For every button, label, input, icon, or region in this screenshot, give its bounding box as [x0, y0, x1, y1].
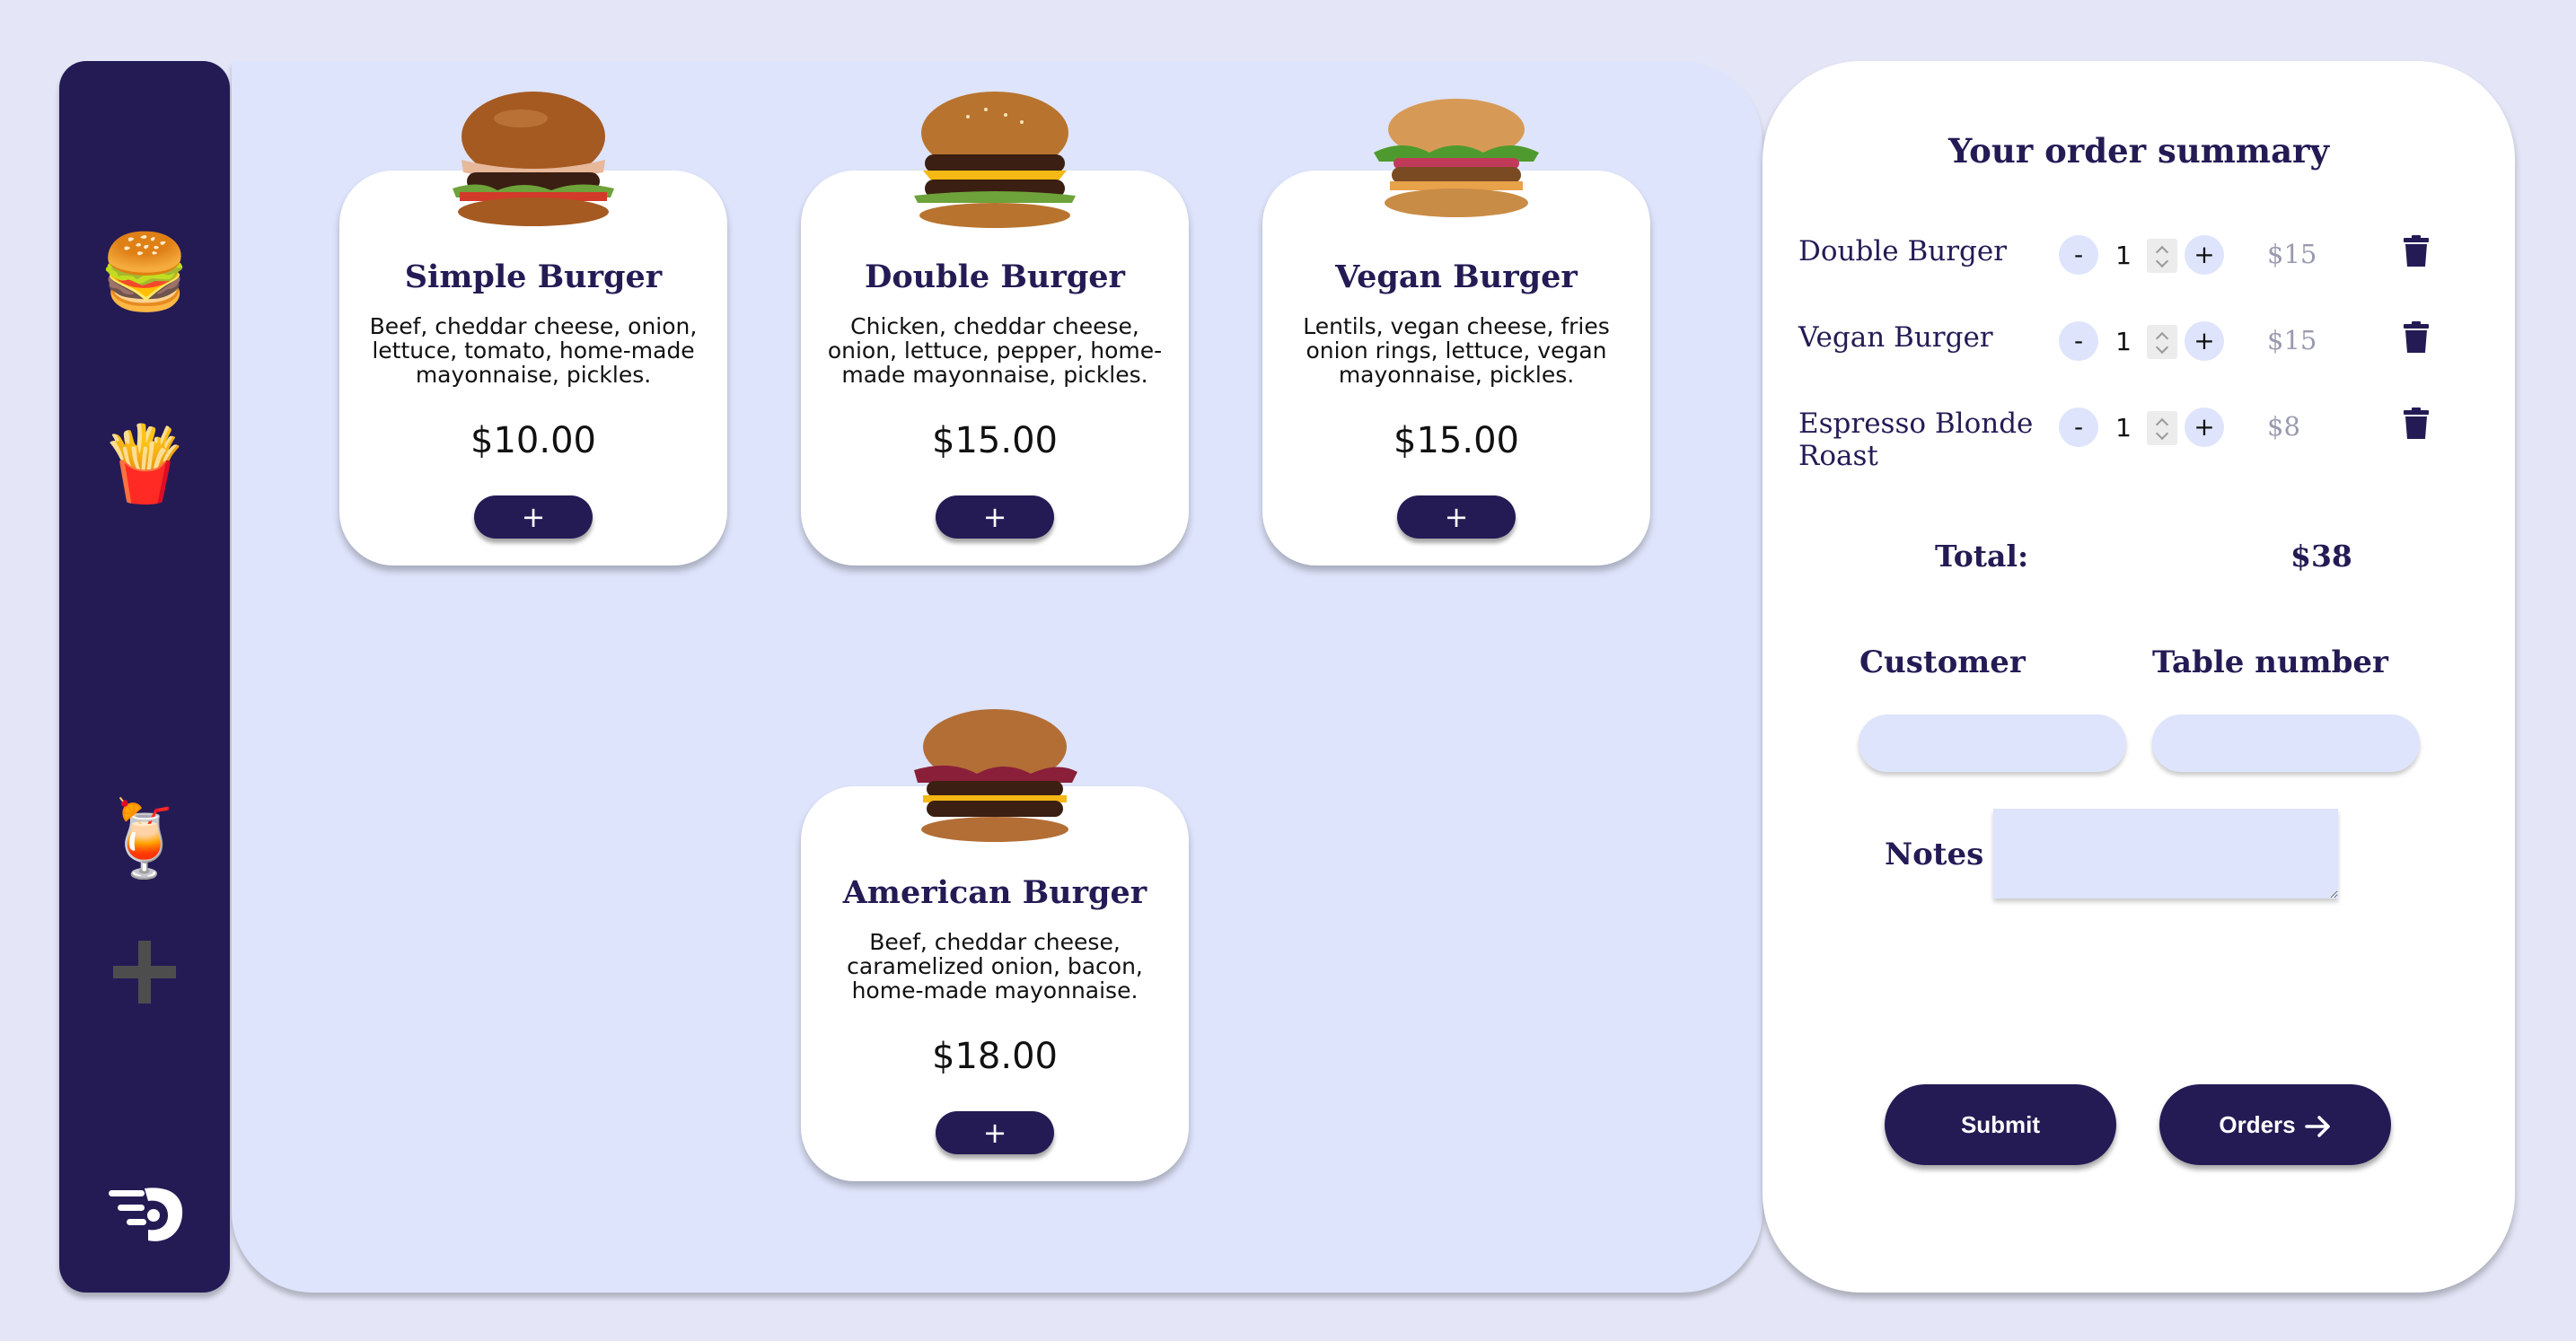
- american-burger-image: [914, 709, 1077, 842]
- add-category-icon[interactable]: [113, 941, 176, 1004]
- arrow-right-icon: [2304, 1115, 2330, 1137]
- coffee-icon[interactable]: ☕: [59, 607, 230, 697]
- quantity-spinner-icon[interactable]: [2147, 411, 2177, 445]
- menu-card-american-burger: American Burger Beef, cheddar cheese, ca…: [801, 709, 1189, 1181]
- trash-icon[interactable]: [2404, 408, 2429, 440]
- menu-card-vegan-burger: Vegan Burger Lentils, vegan cheese, frie…: [1262, 99, 1650, 565]
- menu-item-price: $15.00: [932, 420, 1058, 461]
- increase-quantity-button[interactable]: +: [2185, 321, 2224, 361]
- quantity-value[interactable]: 1: [2111, 241, 2136, 270]
- total-label: Total:: [1935, 539, 2029, 574]
- decrease-quantity-button[interactable]: -: [2059, 408, 2098, 447]
- menu-item-name: Simple Burger: [404, 259, 663, 295]
- order-item-price: $15: [2267, 239, 2317, 269]
- total-value: $38: [2290, 539, 2352, 574]
- add-to-order-button[interactable]: +: [1397, 495, 1516, 539]
- add-to-order-button[interactable]: +: [936, 1111, 1054, 1154]
- decrease-quantity-button[interactable]: -: [2059, 321, 2098, 361]
- orders-button[interactable]: Orders: [2159, 1084, 2391, 1165]
- customer-input[interactable]: [1859, 714, 2126, 772]
- cocktail-icon[interactable]: 🍹: [59, 795, 230, 885]
- trash-icon[interactable]: [2404, 321, 2429, 354]
- trash-icon[interactable]: [2404, 235, 2429, 267]
- menu-item-name: American Burger: [842, 874, 1147, 911]
- menu-card-simple-burger: Simple Burger Beef, cheddar cheese, onio…: [339, 92, 727, 565]
- vegan-burger-image: [1374, 99, 1539, 217]
- burger-icon[interactable]: 🍔: [59, 228, 230, 318]
- decrease-quantity-button[interactable]: -: [2059, 235, 2098, 275]
- simple-burger-image: [453, 92, 614, 226]
- quantity-value[interactable]: 1: [2111, 413, 2136, 443]
- order-summary-panel: Your order summary Double Burger - 1 + $…: [1763, 61, 2515, 1293]
- order-item: Espresso Blonde Roast - 1 + $8: [1763, 408, 2515, 479]
- menu-item-price: $18.00: [932, 1036, 1058, 1077]
- menu-item-name: Vegan Burger: [1335, 259, 1578, 295]
- orders-button-label: Orders: [2219, 1110, 2296, 1138]
- fries-icon[interactable]: 🍟: [59, 420, 230, 510]
- increase-quantity-button[interactable]: +: [2185, 235, 2224, 275]
- menu-item-description: Beef, cheddar cheese, onion, lettuce, to…: [369, 313, 698, 388]
- order-item-name: Vegan Burger: [1798, 321, 1993, 354]
- menu-card-double-burger: Double Burger Chicken, cheddar cheese, o…: [801, 92, 1189, 565]
- category-sidebar: 🍔 🍟 ☕ 🍹: [59, 61, 230, 1293]
- order-item-name: Espresso Blonde Roast: [1798, 408, 2034, 472]
- quantity-value[interactable]: 1: [2111, 327, 2136, 356]
- order-item: Vegan Burger - 1 + $15: [1763, 321, 2515, 393]
- notes-textarea[interactable]: [1993, 809, 2338, 898]
- quantity-spinner-icon[interactable]: [2147, 239, 2177, 273]
- double-burger-image: [914, 92, 1076, 228]
- order-item-price: $8: [2267, 411, 2300, 442]
- customer-label: Customer: [1859, 644, 2026, 680]
- menu-item-price: $15.00: [1394, 420, 1519, 461]
- submit-button[interactable]: Submit: [1885, 1084, 2116, 1165]
- table-number-label: Table number: [2152, 644, 2388, 680]
- logo-icon: [109, 1188, 183, 1241]
- menu-item-description: Beef, cheddar cheese, caramelized onion,…: [847, 929, 1143, 1004]
- menu-item-description: Lentils, vegan cheese, fries onion rings…: [1303, 313, 1610, 388]
- table-number-input[interactable]: [2152, 714, 2420, 772]
- menu-item-description: Chicken, cheddar cheese, onion, lettuce,…: [827, 313, 1163, 388]
- quantity-spinner-icon[interactable]: [2147, 325, 2177, 359]
- add-to-order-button[interactable]: +: [474, 495, 593, 539]
- menu-panel: Simple Burger Beef, cheddar cheese, onio…: [232, 61, 1763, 1293]
- order-item: Double Burger - 1 + $15: [1763, 235, 2515, 307]
- notes-label: Notes: [1885, 837, 1984, 872]
- menu-item-price: $10.00: [470, 420, 596, 461]
- order-item-price: $15: [2267, 325, 2317, 355]
- order-item-name: Double Burger: [1798, 235, 2008, 267]
- increase-quantity-button[interactable]: +: [2185, 408, 2224, 447]
- menu-item-name: Double Burger: [864, 259, 1125, 295]
- order-summary-title: Your order summary: [1947, 131, 2330, 171]
- add-to-order-button[interactable]: +: [936, 495, 1054, 539]
